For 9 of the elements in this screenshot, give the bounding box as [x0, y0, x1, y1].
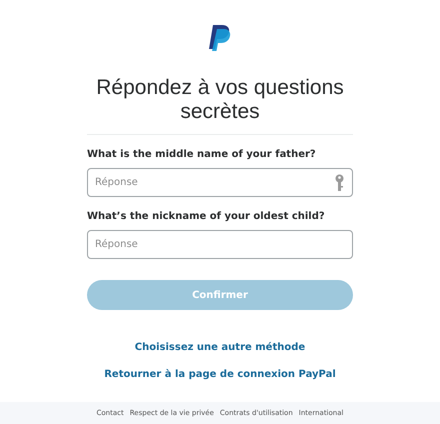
answer-field[interactable]: Réponse	[87, 168, 353, 197]
question-label: What’s the nickname of your oldest child?	[87, 210, 326, 224]
question-label: What is the middle name of your father?	[87, 148, 317, 162]
page-heading: Répondez à vos questions secrètes	[95, 76, 345, 124]
link[interactable]: Retourner à la page de connexion PayPal	[104, 367, 336, 382]
link[interactable]: Choisissez une autre méthode	[134, 340, 306, 355]
key-icon	[335, 174, 344, 191]
answer-field[interactable]: Réponse	[87, 230, 353, 259]
logo-icon	[209, 25, 231, 51]
